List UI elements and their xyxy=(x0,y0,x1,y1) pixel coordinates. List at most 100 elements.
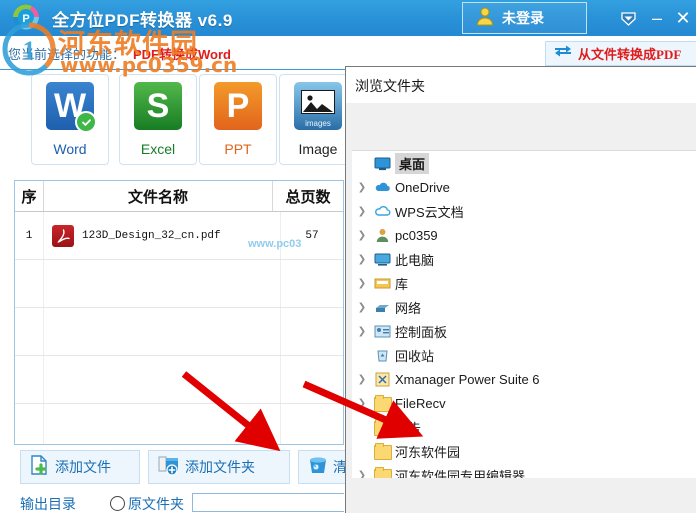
tree-item-this-pc[interactable]: ❯ 此电脑 xyxy=(352,247,696,271)
format-button-ppt[interactable]: P PPT xyxy=(199,74,277,165)
pdf-file-icon xyxy=(52,224,74,247)
format-button-excel[interactable]: S Excel xyxy=(119,74,197,165)
add-folder-button[interactable]: 添加文件夹 xyxy=(148,450,290,484)
computer-icon xyxy=(374,251,391,268)
folder-icon xyxy=(374,442,392,460)
dropdown-button[interactable] xyxy=(615,0,641,36)
empty-cell xyxy=(44,404,281,444)
excel-glyph: S xyxy=(146,86,170,125)
network-icon xyxy=(374,299,391,316)
tree-item-label: 桌面 xyxy=(395,152,430,174)
format-button-word[interactable]: W Word xyxy=(31,74,109,165)
empty-cell xyxy=(44,356,281,403)
file-list-table[interactable]: 序 文件名称 总页数 1 123D_Design_32_cn.pdf 57 xyxy=(14,180,344,445)
tree-item-recycle-bin[interactable]: 回收站 xyxy=(352,343,696,367)
image-icon: images xyxy=(294,82,342,130)
chevron-right-icon[interactable]: ❯ xyxy=(354,326,370,337)
chevron-right-icon[interactable]: ❯ xyxy=(354,182,370,193)
table-row-empty[interactable] xyxy=(15,260,343,308)
folder-tree[interactable]: 桌面 ❯ OneDrive ❯ WPS云文档 ❯ pc0359 ❯ 此电脑 ❯ … xyxy=(352,150,696,478)
tree-item-wps-cloud[interactable]: ❯ WPS云文档 xyxy=(352,199,696,223)
empty-cell xyxy=(281,308,343,355)
table-row-empty[interactable] xyxy=(15,404,343,444)
empty-cell xyxy=(15,404,44,444)
output-directory-row: 输出目录 原文件夹 xyxy=(14,492,344,513)
folder-icon xyxy=(374,466,392,478)
pdf-converter-logo-icon: P xyxy=(6,1,46,35)
empty-cell xyxy=(15,356,44,403)
output-same-folder-label: 原文件夹 xyxy=(128,496,184,512)
row-filename-cell: 123D_Design_32_cn.pdf xyxy=(44,212,281,259)
file-plus-icon xyxy=(29,454,51,481)
tree-item-network[interactable]: ❯ 网络 xyxy=(352,295,696,319)
user-avatar-icon xyxy=(475,6,495,31)
library-icon xyxy=(374,275,391,292)
title-bar: P 全方位PDF转换器 v6.9 未登录 – ✕ xyxy=(0,0,696,36)
tree-item-ads[interactable]: 广告 xyxy=(352,415,696,439)
tree-item-label: OneDrive xyxy=(395,179,450,195)
tree-item-label: 控制面板 xyxy=(395,324,448,340)
format-label-ppt: PPT xyxy=(224,141,252,157)
folder-icon xyxy=(374,418,392,436)
format-label-word: Word xyxy=(53,141,87,157)
ppt-glyph: P xyxy=(226,86,250,125)
tree-item-label: 回收站 xyxy=(395,348,435,364)
trash-icon xyxy=(307,454,329,481)
row-pages: 57 xyxy=(305,229,319,242)
dialog-header: 浏览文件夹 xyxy=(346,67,696,103)
chevron-down-badge-icon xyxy=(620,11,636,26)
minimize-button[interactable]: – xyxy=(646,0,668,36)
row-index: 1 xyxy=(15,212,44,259)
table-row[interactable]: 1 123D_Design_32_cn.pdf 57 xyxy=(15,212,343,260)
output-path-input[interactable] xyxy=(192,493,344,512)
excel-icon: S xyxy=(134,82,182,130)
chevron-right-icon[interactable]: ❯ xyxy=(354,230,370,241)
application-window: P 全方位PDF转换器 v6.9 未登录 – ✕ 您当前选择的功能： PDF转换… xyxy=(0,0,696,513)
minimize-icon: – xyxy=(651,8,662,28)
login-button[interactable]: 未登录 xyxy=(462,2,587,34)
chevron-right-icon[interactable]: ❯ xyxy=(354,278,370,289)
tree-item-desktop[interactable]: 桌面 xyxy=(352,151,696,175)
convert-to-pdf-label: 从文件转换成PDF xyxy=(578,47,682,62)
tree-item-user[interactable]: ❯ pc0359 xyxy=(352,223,696,247)
close-button[interactable]: ✕ xyxy=(672,0,694,36)
action-button-row: 添加文件 添加文件夹 清 xyxy=(14,450,358,486)
tree-item-filerecv[interactable]: ❯ FileRecv xyxy=(352,391,696,415)
output-directory-label: 输出目录 xyxy=(20,498,76,513)
image-subcaption: images xyxy=(305,119,331,128)
close-icon: ✕ xyxy=(675,8,691,28)
tree-item-label: 此电脑 xyxy=(395,252,435,268)
chevron-right-icon[interactable]: ❯ xyxy=(354,374,370,385)
chevron-right-icon[interactable]: ❯ xyxy=(354,206,370,217)
chevron-right-icon[interactable]: ❯ xyxy=(354,302,370,313)
onedrive-icon xyxy=(374,179,391,196)
format-label-excel: Excel xyxy=(140,141,176,157)
chevron-right-icon[interactable]: ❯ xyxy=(354,254,370,265)
tree-item-onedrive[interactable]: ❯ OneDrive xyxy=(352,175,696,199)
tree-item-label: FileRecv xyxy=(395,395,446,411)
function-hint-label: 您当前选择的功能： xyxy=(8,47,126,62)
empty-cell xyxy=(281,356,343,403)
add-folder-label: 添加文件夹 xyxy=(185,461,255,476)
table-header-filename: 文件名称 xyxy=(44,181,273,211)
output-same-folder-radio[interactable] xyxy=(110,496,125,511)
chevron-right-icon[interactable]: ❯ xyxy=(354,398,370,409)
chevron-right-icon[interactable]: ❯ xyxy=(354,470,370,479)
tree-item-label: pc0359 xyxy=(395,227,438,243)
add-file-button[interactable]: 添加文件 xyxy=(20,450,140,484)
control-panel-icon xyxy=(374,323,391,340)
swap-arrows-icon xyxy=(554,44,572,63)
tree-item-xmanager[interactable]: ❯ Xmanager Power Suite 6 xyxy=(352,367,696,391)
table-row-empty[interactable] xyxy=(15,308,343,356)
table-row-empty[interactable] xyxy=(15,356,343,404)
tree-item-label: 网络 xyxy=(395,300,422,316)
tree-item-label: Xmanager Power Suite 6 xyxy=(395,371,540,387)
function-hint-value: PDF转换成Word xyxy=(133,47,231,62)
tree-item-hedong-editor[interactable]: ❯ 河东软件园专用编辑器 xyxy=(352,463,696,478)
tree-item-hedong-software[interactable]: 河东软件园 xyxy=(352,439,696,463)
convert-to-pdf-button[interactable]: 从文件转换成PDF xyxy=(545,41,696,66)
tree-item-libraries[interactable]: ❯ 库 xyxy=(352,271,696,295)
word-icon: W xyxy=(46,82,97,133)
tree-item-label: 库 xyxy=(395,276,409,292)
tree-item-control-panel[interactable]: ❯ 控制面板 xyxy=(352,319,696,343)
